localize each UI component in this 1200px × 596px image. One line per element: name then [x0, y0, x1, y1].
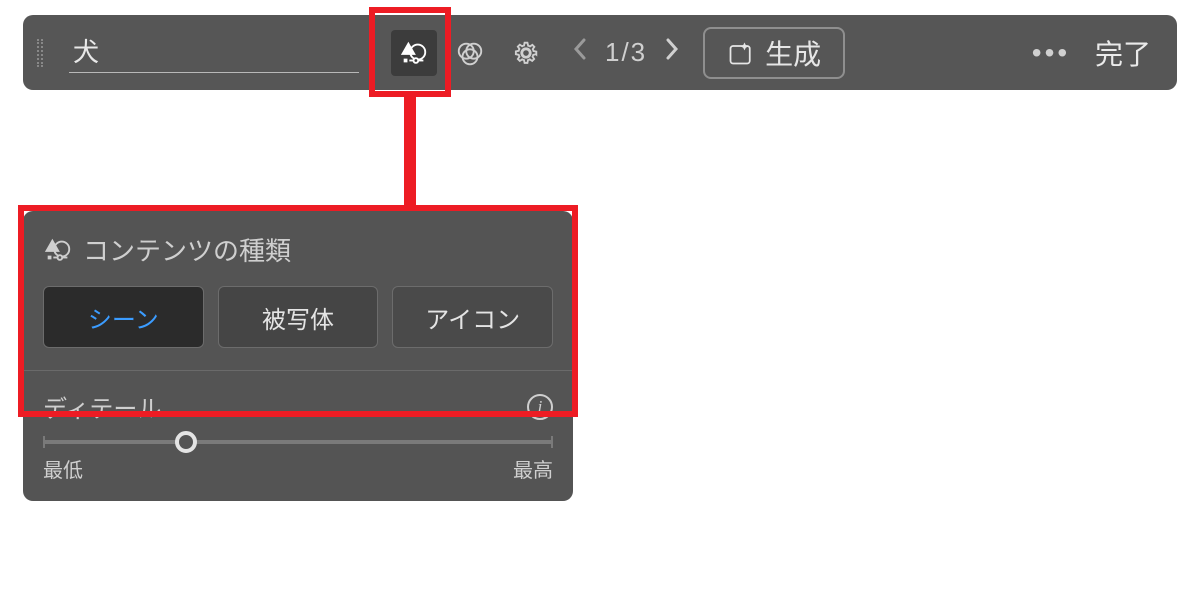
panel-divider [23, 370, 573, 371]
next-variation-button[interactable] [657, 37, 687, 68]
option-label: 被写体 [262, 300, 334, 335]
content-type-icon [43, 235, 73, 265]
ellipsis-icon: ••• [1032, 37, 1070, 68]
content-type-icon [399, 38, 429, 68]
prev-variation-button[interactable] [565, 37, 595, 68]
slider-min-label: 最低 [43, 454, 83, 483]
content-type-panel: コンテンツの種類 シーン 被写体 アイコン ディテール i 最低 最高 [23, 211, 573, 501]
prompt-input[interactable] [69, 33, 359, 73]
generate-sparkle-icon [727, 39, 755, 67]
chevron-right-icon [664, 37, 680, 61]
slider-thumb[interactable] [175, 431, 197, 453]
content-type-section: コンテンツの種類 シーン 被写体 アイコン [43, 231, 553, 348]
content-type-header: コンテンツの種類 [43, 231, 553, 268]
content-type-button[interactable] [391, 30, 437, 76]
option-label: シーン [88, 300, 159, 335]
settings-button[interactable] [503, 30, 549, 76]
content-type-title: コンテンツの種類 [83, 231, 291, 268]
detail-header: ディテール i [43, 389, 553, 424]
generate-button[interactable]: 生成 [703, 27, 845, 79]
done-button[interactable]: 完了 [1083, 27, 1163, 79]
chevron-left-icon [572, 37, 588, 61]
info-icon[interactable]: i [527, 394, 553, 420]
option-label: アイコン [425, 300, 520, 335]
slider-max-label: 最高 [513, 454, 553, 483]
drag-handle-icon[interactable] [37, 39, 53, 67]
annotation-connector [404, 97, 416, 205]
detail-slider[interactable]: 最低 最高 [43, 440, 553, 483]
more-options-button[interactable]: ••• [1029, 37, 1073, 69]
done-label: 完了 [1095, 39, 1151, 70]
slider-labels: 最低 最高 [43, 454, 553, 483]
venn-icon [455, 38, 485, 68]
style-button[interactable] [447, 30, 493, 76]
content-type-options: シーン 被写体 アイコン [43, 286, 553, 348]
generate-toolbar: 1/3 生成 ••• 完了 [23, 15, 1177, 90]
content-type-option-scene[interactable]: シーン [43, 286, 204, 348]
variation-count: 1/3 [605, 37, 647, 68]
gear-icon [511, 38, 541, 68]
generate-label: 生成 [765, 33, 821, 73]
content-type-option-icon[interactable]: アイコン [392, 286, 553, 348]
content-type-option-subject[interactable]: 被写体 [218, 286, 379, 348]
slider-track [43, 440, 553, 444]
variation-pager: 1/3 [565, 37, 687, 68]
detail-title: ディテール [43, 389, 161, 424]
prompt-field-wrap [69, 33, 359, 73]
